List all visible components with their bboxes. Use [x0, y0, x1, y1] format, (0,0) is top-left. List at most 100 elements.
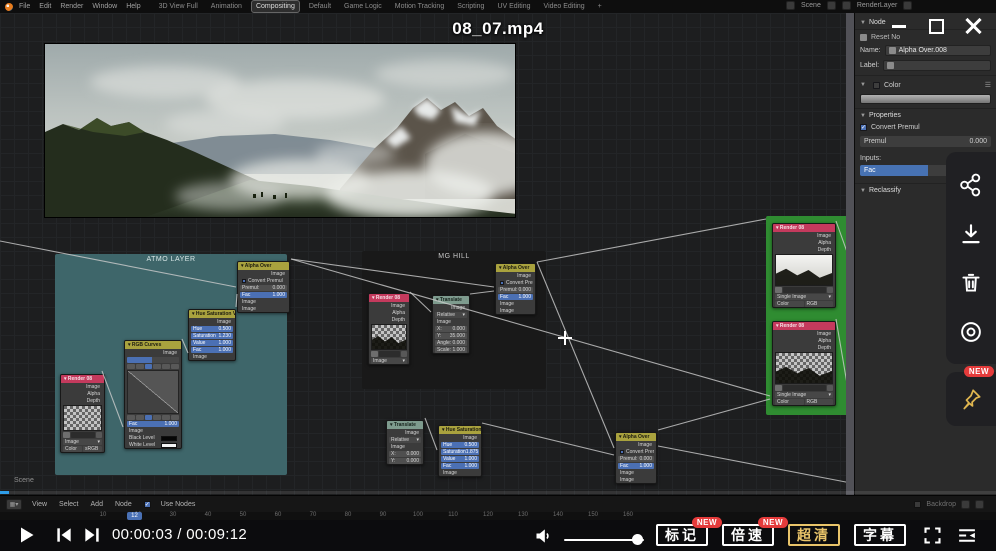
time-display: 00:00:03 / 00:09:12 [112, 526, 247, 543]
toolbar-download-button[interactable] [958, 221, 984, 247]
minimize-button[interactable] [892, 25, 906, 28]
player-button--[interactable]: 标记NEW [656, 524, 708, 546]
renderlayer-icon [842, 1, 851, 10]
value-row: Premul:0.000 [618, 456, 654, 462]
video-player-window: FileEditRenderWindowHelp 3D View FullAni… [0, 0, 996, 551]
toolbar-record-button[interactable] [958, 319, 984, 345]
input-socket-row: Image [435, 319, 467, 325]
slider-row: Value1.000 [191, 340, 233, 346]
toolbar-share-button[interactable] [958, 172, 984, 198]
blender-logo-icon [5, 3, 13, 11]
node-wire [537, 219, 766, 262]
play-button[interactable] [16, 525, 36, 545]
dropdown-pair-row: ColorsRGB [63, 446, 102, 452]
label-label: Label: [860, 62, 879, 69]
output-socket-row: Depth [775, 247, 833, 253]
node-wire [658, 399, 770, 430]
checkbox-row: Convert Premul [240, 278, 287, 284]
dropdown-pair-row: ColorRGB [775, 301, 833, 307]
editor-menu-select: Select [59, 501, 78, 508]
next-frame-button[interactable] [82, 525, 102, 545]
file-row [775, 385, 833, 391]
player-button--[interactable]: 倍速NEW [722, 524, 774, 546]
render-preview-image [44, 43, 516, 218]
checkbox-icon [500, 281, 504, 285]
file-row [371, 351, 407, 357]
video-frame[interactable]: FileEditRenderWindowHelp 3D View FullAni… [0, 0, 996, 520]
slider-row: Hue0.500 [441, 442, 479, 448]
file-field [783, 385, 826, 391]
node-header: ▾ Alpha Over [496, 264, 535, 272]
playlist-button[interactable] [956, 525, 978, 546]
output-socket-row: Depth [371, 317, 407, 323]
node-name-field: Alpha Over.008 [885, 45, 991, 56]
editor-menu-node: Node [115, 501, 132, 508]
renderlayer-selector: RenderLayer [857, 2, 897, 9]
output-socket-row: Image [63, 384, 102, 390]
slider-row: Fac1.000 [191, 347, 233, 353]
node-render-08: ▾ Render 08ImageAlphaDepthImage▾ [368, 293, 410, 365]
x-button [827, 287, 833, 293]
player-control-bar: 00:00:03 / 00:09:12 标记NEW 倍速NEW 超清字幕 [0, 520, 996, 551]
reset-node-text: Reset No [871, 34, 900, 41]
player-button--[interactable]: 超清 [788, 524, 840, 546]
input-socket-row: Image [441, 470, 479, 476]
pin-new-badge: NEW [964, 366, 994, 377]
input-socket-row: Image [127, 428, 179, 434]
previous-frame-button[interactable] [54, 525, 74, 545]
magnet-icon [975, 500, 984, 509]
file-field [379, 351, 400, 357]
node-header: ▾ Hue Saturation Value [189, 310, 235, 318]
video-seekbar[interactable] [0, 491, 996, 494]
scene-icon [786, 1, 795, 10]
tool-button [171, 415, 179, 420]
slider-row: Hue0.500 [191, 326, 233, 332]
node-alpha-over: ▾ Alpha OverImageConvert PremulPremul:0.… [495, 263, 536, 315]
output-socket-row: Image [435, 305, 467, 311]
node-translate: ▾ TranslateImageRelative▾ImageX:0.000Y:3… [432, 295, 470, 354]
output-socket-row: Alpha [775, 240, 833, 246]
output-socket-row: Image [441, 435, 479, 441]
node-wire [658, 446, 851, 483]
tab-animation: Animation [207, 1, 246, 12]
tool-button [162, 364, 170, 369]
value-row: Y:35.000 [435, 333, 467, 339]
x-button [827, 385, 833, 391]
output-socket-row: Image [775, 233, 833, 239]
input-socket-row: Image [618, 477, 654, 483]
editor-menus: ViewSelectAddNode [32, 501, 134, 508]
swatch-row: Black Level [127, 435, 179, 441]
node-editor-header: ▦▾ ViewSelectAddNode ✓ Use Nodes Backdro… [0, 495, 996, 512]
thumb-mountain [372, 325, 406, 349]
toolbar-trash-button[interactable] [958, 270, 984, 296]
node-hue-saturation-value: ▾ Hue Saturation ValueImageHue0.500Satur… [188, 309, 236, 361]
tab-motion-tracking: Motion Tracking [391, 1, 448, 12]
slider-row: Fac1.000 [618, 463, 654, 469]
tool-button-row [127, 415, 179, 420]
maximize-button[interactable] [929, 19, 944, 34]
close-button[interactable] [962, 15, 984, 37]
node-header: ▾ Alpha Over [238, 262, 289, 270]
slider-row: Saturation1.875 [441, 449, 479, 455]
timeline-tick: 60 [275, 512, 282, 518]
timeline-tick: 50 [240, 512, 247, 518]
value-row: Premul:0.000 [240, 285, 287, 291]
tab-uv-editing: UV Editing [493, 1, 534, 12]
input-socket-row: Image [240, 299, 287, 305]
checkbox-icon [620, 450, 624, 454]
preview-thumb [775, 352, 833, 384]
player-button--[interactable]: 字幕 [854, 524, 906, 546]
color-section-header: ▼ Color ☰ [860, 81, 991, 89]
dropdown-row: Relative▾ [435, 312, 467, 318]
fullscreen-button[interactable] [922, 525, 943, 546]
timeline-tick: 40 [205, 512, 212, 518]
input-socket-row: Image [389, 444, 421, 450]
mountain-render [45, 44, 516, 218]
pin-panel[interactable]: NEW [946, 372, 996, 426]
trash-icon [958, 270, 984, 296]
folder-icon [371, 351, 378, 357]
volume-icon[interactable] [534, 526, 554, 546]
node-render-08: ▾ Render 08ImageAlphaDepthSingle Image▾C… [772, 223, 836, 308]
volume-knob[interactable] [632, 534, 643, 545]
node-header: ▾ Render 08 [773, 322, 835, 330]
